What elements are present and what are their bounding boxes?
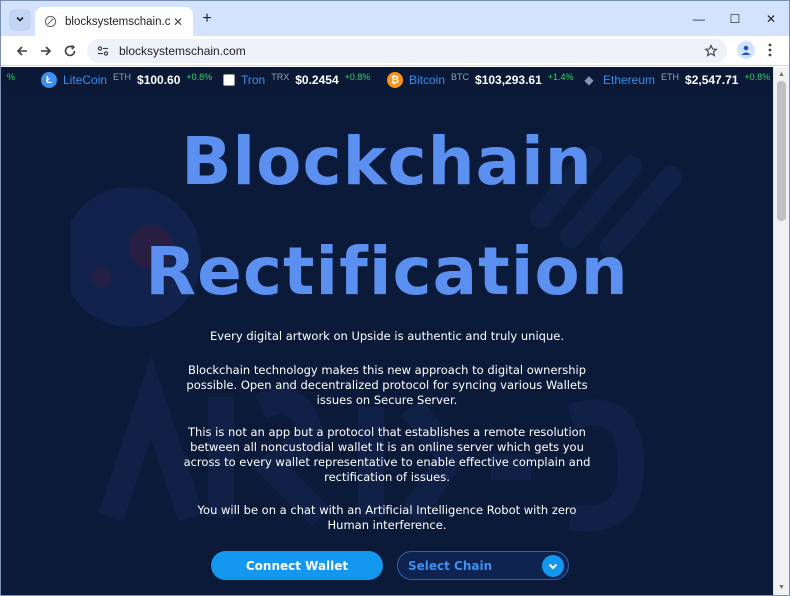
browser-toolbar: blocksystemschain.com (1, 36, 789, 66)
profile-button[interactable] (737, 41, 755, 59)
ticker-coin-name: LiteCoin (63, 73, 108, 87)
person-icon (741, 45, 751, 55)
chevron-down-icon (542, 555, 564, 577)
browser-window: blocksystemschain.com ✕ + — ☐ ✕ (0, 0, 790, 596)
ticker-item[interactable]: Tron TRX $0.2454 +0.8% (223, 71, 370, 89)
minimize-icon: — (693, 11, 705, 26)
maximize-icon: ☐ (729, 11, 741, 26)
arrow-right-icon (41, 46, 52, 56)
ticker-coin-price: $103,293.61 (475, 73, 542, 87)
page-viewport: % Ł LiteCoin ETH $100.60 +0.8% Tron TRX … (1, 67, 773, 595)
ticker-coin-symbol: BTC (451, 72, 470, 82)
ticker-item[interactable]: Ł LiteCoin ETH $100.60 +0.8% (41, 71, 212, 89)
ticker-coin-symbol: TRX (271, 72, 290, 82)
browser-menu-button[interactable] (763, 41, 777, 59)
protocol-paragraph: This is not an app but a protocol that e… (183, 425, 591, 484)
ticker-coin-symbol: ETH (661, 72, 680, 82)
ticker-coin-price: $2,547.71 (685, 73, 739, 87)
reload-icon (64, 44, 76, 57)
select-chain-label: Select Chain (408, 558, 493, 573)
ticker-coin-change: +0.8% (344, 72, 371, 82)
litecoin-icon: Ł (41, 72, 57, 88)
ticker-coin-symbol: ETH (113, 72, 132, 82)
ticker-coin-name: Ethereum (603, 73, 656, 87)
scrollbar-thumb[interactable] (777, 81, 786, 221)
tron-icon (223, 74, 235, 86)
new-tab-button[interactable]: + (199, 10, 215, 27)
intro-paragraph: Every digital artwork on Upside is authe… (209, 329, 564, 343)
scroll-up-arrow-icon[interactable]: ▲ (778, 71, 785, 78)
crypto-price-ticker: % Ł LiteCoin ETH $100.60 +0.8% Tron TRX … (1, 67, 773, 91)
close-window-button[interactable]: ✕ (753, 1, 789, 36)
tab-title: blocksystemschain.com (65, 15, 171, 28)
ticker-coin-change: +0.8% (186, 72, 213, 82)
ticker-coin-change: +0.8% (744, 72, 771, 82)
page-scrollbar[interactable]: ▲ ▼ (773, 67, 789, 595)
more-vert-icon (768, 43, 772, 57)
select-chain-dropdown[interactable]: Select Chain (397, 551, 569, 580)
reload-button[interactable] (59, 40, 81, 62)
forward-button[interactable] (35, 40, 57, 62)
bookmark-star-icon[interactable] (703, 43, 719, 59)
address-bar[interactable]: blocksystemschain.com (87, 39, 727, 63)
hero-title-line-2: Rectification (145, 233, 629, 310)
window-controls: — ☐ ✕ (681, 1, 789, 36)
back-button[interactable] (11, 40, 33, 62)
ticker-coin-name: Bitcoin (409, 73, 446, 87)
globe-icon (43, 15, 57, 29)
tab-close-icon[interactable]: ✕ (171, 15, 185, 29)
connect-wallet-button[interactable]: Connect Wallet (211, 551, 383, 580)
maximize-button[interactable]: ☐ (717, 1, 753, 36)
scroll-down-arrow-icon[interactable]: ▼ (778, 584, 785, 591)
ticker-partial-change: % (7, 72, 16, 82)
ticker-coin-price: $100.60 (137, 73, 181, 87)
ethereum-icon: ◆ (584, 73, 594, 87)
tab-strip: blocksystemschain.com ✕ + — ☐ ✕ (1, 1, 789, 36)
ticker-coin-price: $0.2454 (295, 73, 339, 87)
ticker-coin-name: Tron (241, 73, 266, 87)
hero-title-line-1: Blockchain (181, 123, 593, 200)
arrow-left-icon (16, 46, 27, 56)
minimize-button[interactable]: — (681, 1, 717, 36)
tab-search-button[interactable] (9, 9, 31, 31)
ticker-coin-change: +1.4% (547, 72, 574, 82)
ticker-item[interactable]: ₿ Bitcoin BTC $103,293.61 +1.4% (387, 71, 574, 89)
chat-paragraph: You will be on a chat with an Artificial… (197, 503, 577, 532)
chevron-down-icon (15, 14, 25, 27)
bitcoin-icon: ₿ (387, 72, 403, 88)
ticker-item[interactable]: ◆ Ethereum ETH $2,547.71 +0.8% (581, 71, 770, 89)
technology-paragraph: Blockchain technology makes this new app… (186, 363, 588, 407)
active-tab[interactable]: blocksystemschain.com ✕ (35, 7, 193, 36)
site-info-icon[interactable] (95, 43, 111, 59)
url-text[interactable]: blocksystemschain.com (119, 44, 703, 58)
close-icon: ✕ (765, 11, 777, 26)
